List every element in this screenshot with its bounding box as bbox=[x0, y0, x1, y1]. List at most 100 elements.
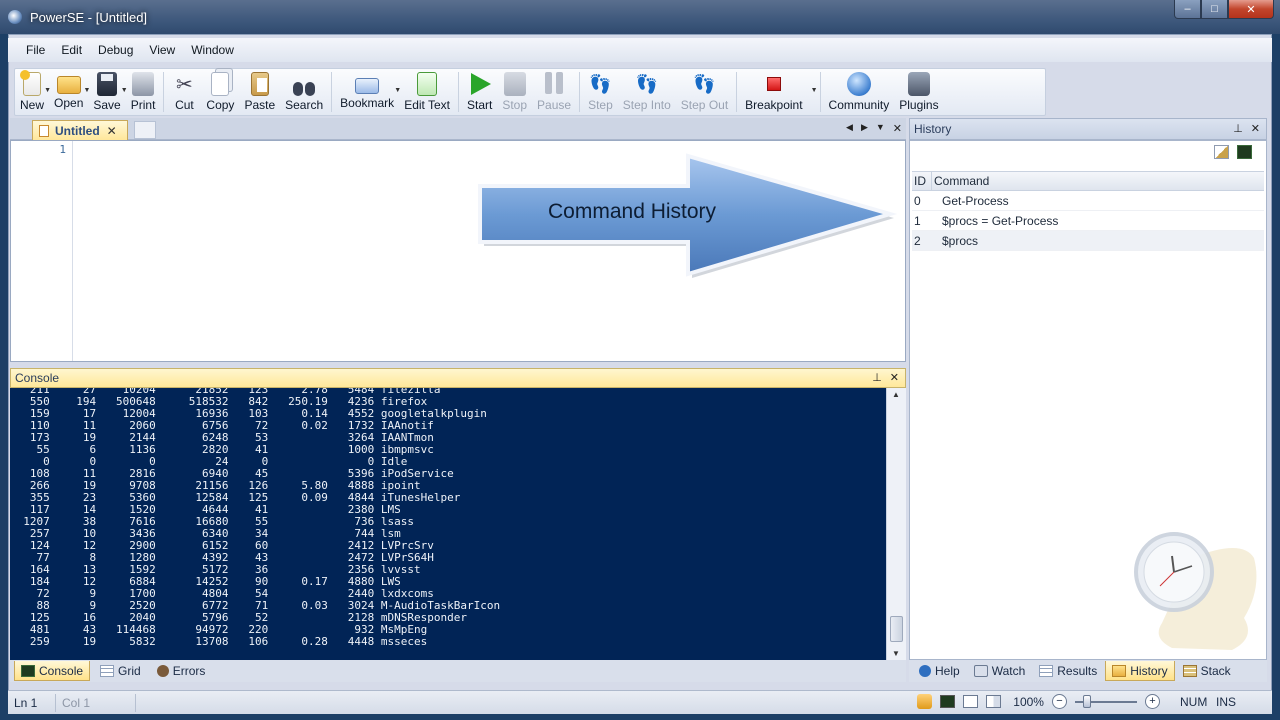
console-scrollbar[interactable]: ▲ ▼ bbox=[886, 388, 906, 660]
history-toolbar bbox=[1214, 145, 1252, 159]
history-header-row: ID Command bbox=[912, 171, 1264, 191]
step-out-button[interactable]: 👣 Step Out bbox=[676, 72, 733, 113]
line-number-gutter: 1 bbox=[11, 141, 73, 361]
scroll-up-icon[interactable]: ▲ bbox=[892, 390, 900, 399]
split-view-icon[interactable] bbox=[986, 695, 1002, 708]
tab-list-icon[interactable]: ▼ bbox=[876, 122, 885, 135]
zoom-in-icon[interactable]: + bbox=[1144, 694, 1160, 709]
close-icon[interactable]: ✕ bbox=[890, 371, 899, 384]
open-button[interactable]: Open ▼ bbox=[49, 72, 90, 110]
search-button[interactable]: Search bbox=[280, 72, 328, 112]
tab-watch[interactable]: Watch bbox=[968, 661, 1032, 681]
breakpoint-button[interactable]: Breakpoint ▼ bbox=[740, 72, 818, 112]
run-in-console-icon[interactable] bbox=[1237, 145, 1252, 159]
scroll-down-icon[interactable]: ▼ bbox=[892, 649, 900, 658]
tab-navigation: ◀ ▶ ▼ ✕ bbox=[846, 122, 902, 135]
menu-bar: File Edit Debug View Window bbox=[8, 38, 1272, 62]
copy-button[interactable]: Copy bbox=[201, 72, 239, 112]
step-button[interactable]: 👣 Step bbox=[583, 72, 618, 113]
globe-icon bbox=[846, 72, 871, 96]
tab-errors[interactable]: Errors bbox=[151, 661, 212, 681]
pause-button[interactable]: Pause bbox=[532, 72, 576, 112]
edit-mode-icon[interactable] bbox=[963, 695, 979, 708]
pause-icon bbox=[542, 72, 566, 96]
column-header-id[interactable]: ID bbox=[912, 172, 932, 190]
tab-grid[interactable]: Grid bbox=[94, 661, 147, 681]
history-row[interactable]: 2 $procs bbox=[912, 231, 1264, 251]
watch-icon bbox=[973, 665, 988, 677]
cut-button[interactable]: ✂ Cut bbox=[167, 72, 201, 113]
new-button[interactable]: New ▼ bbox=[15, 70, 51, 112]
plugins-button[interactable]: Plugins bbox=[894, 72, 943, 112]
toolbar-separator bbox=[331, 72, 333, 112]
bookmark-button[interactable]: Bookmark ▼ bbox=[335, 72, 401, 110]
close-icon[interactable]: ✕ bbox=[1251, 122, 1260, 135]
record-icon[interactable] bbox=[917, 694, 933, 709]
history-icon bbox=[1112, 664, 1127, 677]
app-icon bbox=[8, 10, 22, 24]
paste-button[interactable]: Paste bbox=[239, 72, 280, 112]
tab-label: Watch bbox=[991, 664, 1026, 678]
menu-view[interactable]: View bbox=[141, 43, 183, 57]
community-button[interactable]: Community bbox=[824, 72, 895, 112]
start-button[interactable]: Start bbox=[462, 72, 497, 112]
edit-text-button[interactable]: Edit Text bbox=[399, 72, 455, 112]
history-row[interactable]: 0 Get-Process bbox=[912, 191, 1264, 211]
plugins-icon bbox=[907, 72, 930, 96]
zoom-slider-knob[interactable] bbox=[1082, 694, 1091, 708]
chevron-down-icon[interactable]: ▼ bbox=[811, 87, 818, 94]
console-output[interactable]: 211 27 10204 21852 123 2.78 5484 filezil… bbox=[10, 388, 886, 660]
history-id: 2 bbox=[914, 233, 921, 248]
step-into-icon: 👣 bbox=[635, 73, 658, 94]
maximize-button[interactable]: □ bbox=[1201, 0, 1228, 19]
history-row[interactable]: 1 $procs = Get-Process bbox=[912, 211, 1264, 231]
stack-icon bbox=[1182, 665, 1197, 677]
column-header-command[interactable]: Command bbox=[932, 174, 989, 188]
edit-icon[interactable] bbox=[1214, 145, 1229, 159]
edit-text-icon bbox=[417, 72, 438, 96]
console-lines: 211 27 10204 21852 123 2.78 5484 filezil… bbox=[10, 388, 500, 648]
menu-debug[interactable]: Debug bbox=[90, 43, 141, 57]
tab-title: Untitled bbox=[55, 123, 100, 138]
tab-history[interactable]: History bbox=[1105, 661, 1175, 681]
tab-console[interactable]: Console bbox=[14, 661, 91, 681]
scroll-left-icon[interactable]: ◀ bbox=[846, 122, 853, 135]
close-button[interactable]: ✕ bbox=[1228, 0, 1274, 19]
floppy-disk-icon bbox=[97, 72, 118, 96]
zoom-slider[interactable] bbox=[1074, 694, 1137, 708]
status-right: 100% − + NUM INS bbox=[917, 694, 1236, 709]
stop-button[interactable]: Stop bbox=[497, 72, 532, 112]
history-command: $procs bbox=[942, 233, 979, 248]
menu-window[interactable]: Window bbox=[183, 43, 242, 57]
status-bar: Ln 1 Col 1 100% − + NUM INS bbox=[8, 690, 1272, 714]
tab-help[interactable]: Help bbox=[913, 661, 966, 681]
tab-results[interactable]: Results bbox=[1033, 661, 1103, 681]
menu-edit[interactable]: Edit bbox=[53, 43, 90, 57]
history-title: History bbox=[914, 122, 952, 136]
menu-file[interactable]: File bbox=[18, 43, 53, 57]
new-tab-button[interactable] bbox=[134, 121, 156, 139]
status-line: Ln 1 bbox=[8, 693, 56, 712]
step-into-button[interactable]: 👣 Step Into bbox=[618, 72, 676, 113]
zoom-level: 100% bbox=[1013, 694, 1044, 709]
tab-label: History bbox=[1130, 663, 1168, 678]
tab-close-icon[interactable]: ✕ bbox=[107, 124, 117, 138]
scrollbar-thumb[interactable] bbox=[890, 616, 903, 642]
pin-icon[interactable]: ⊥ bbox=[1233, 122, 1243, 135]
toolbar-separator bbox=[579, 72, 581, 112]
minimize-button[interactable]: – bbox=[1174, 0, 1201, 19]
tab-stack[interactable]: Stack bbox=[1177, 661, 1237, 681]
print-button[interactable]: Print bbox=[126, 72, 161, 112]
footsteps-icon: 👣 bbox=[589, 73, 612, 94]
close-editor-icon[interactable]: ✕ bbox=[893, 122, 902, 135]
new-file-icon bbox=[20, 70, 41, 96]
console-toggle-icon[interactable] bbox=[940, 695, 956, 708]
pin-icon[interactable]: ⊥ bbox=[872, 371, 882, 384]
scroll-right-icon[interactable]: ▶ bbox=[861, 122, 868, 135]
save-button[interactable]: Save ▼ bbox=[88, 72, 128, 112]
window-title: PowerSE - [Untitled] bbox=[30, 10, 148, 25]
zoom-out-icon[interactable]: − bbox=[1051, 694, 1067, 709]
tab-untitled[interactable]: Untitled ✕ bbox=[32, 120, 128, 140]
clock-icon bbox=[1134, 532, 1257, 650]
history-id: 1 bbox=[914, 213, 921, 228]
